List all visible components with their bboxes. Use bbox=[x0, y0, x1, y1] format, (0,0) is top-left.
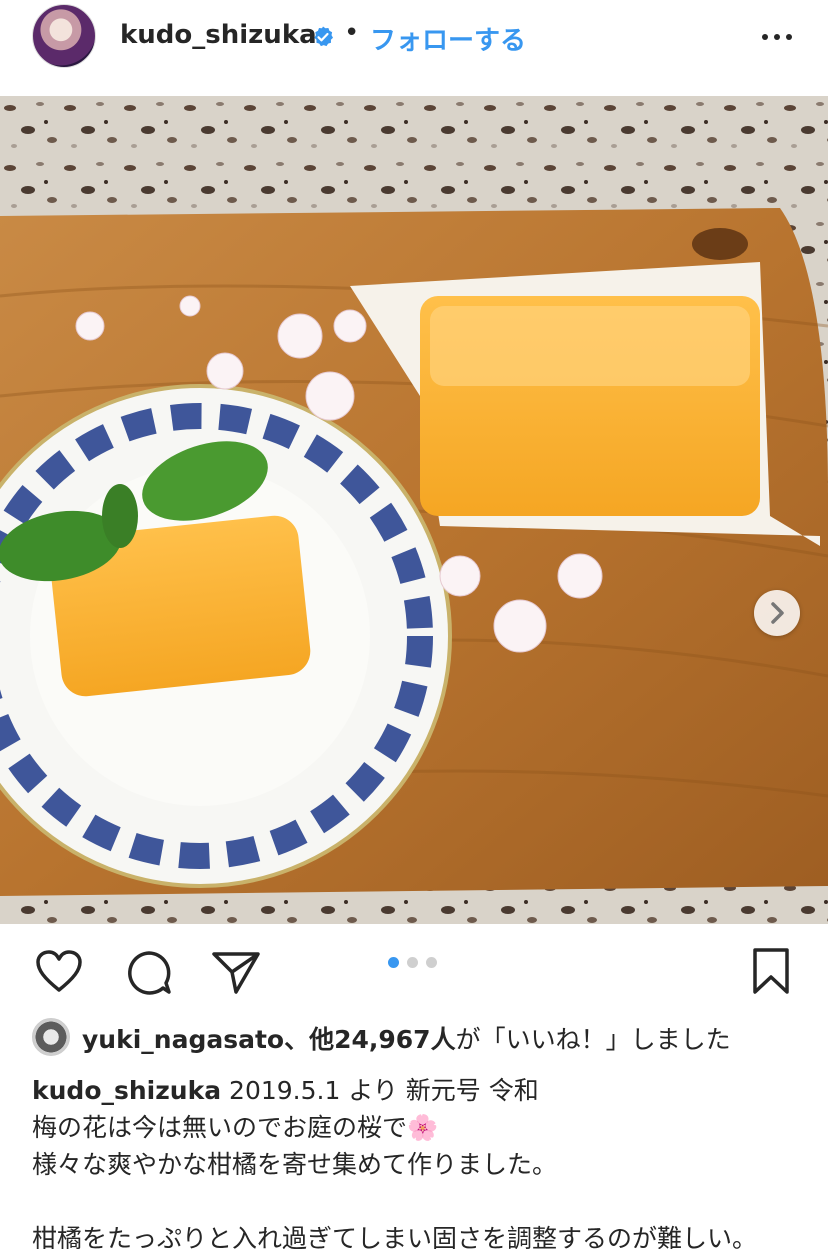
more-options-icon[interactable] bbox=[760, 22, 794, 52]
chevron-right-icon bbox=[771, 602, 784, 624]
verified-badge-icon bbox=[314, 26, 333, 47]
liker-username[interactable]: yuki_nagasato bbox=[82, 1025, 284, 1054]
profile-avatar[interactable] bbox=[32, 4, 96, 68]
carousel-indicator bbox=[388, 953, 445, 972]
post-caption: kudo_shizuka 2019.5.1 より 新元号 令和 梅の花は今は無い… bbox=[32, 1072, 822, 1249]
comment-icon[interactable] bbox=[124, 948, 174, 998]
follow-button[interactable]: フォローする bbox=[370, 20, 526, 57]
liker-avatar[interactable] bbox=[32, 1018, 70, 1056]
carousel-next-button[interactable] bbox=[754, 590, 800, 636]
carousel-dot bbox=[407, 957, 418, 968]
carousel-dot bbox=[426, 957, 437, 968]
likes-suffix: が「いいね！」しました bbox=[455, 1025, 731, 1054]
caption-line-2: 梅の花は今は無いのでお庭の桜で🌸 bbox=[32, 1113, 439, 1142]
post-username[interactable]: kudo_shizuka bbox=[120, 20, 317, 50]
likes-count[interactable]: 、他24,967人 bbox=[284, 1025, 455, 1054]
carousel-dot-active bbox=[388, 957, 399, 968]
caption-line-3: 様々な爽やかな柑橘を寄せ集めて作りました。 bbox=[32, 1150, 558, 1179]
caption-username[interactable]: kudo_shizuka bbox=[32, 1076, 221, 1105]
caption-line-1: 2019.5.1 より 新元号 令和 bbox=[229, 1076, 539, 1105]
caption-line-4: 柑橘をたっぷりと入れ過ぎてしまい固さを調整するのが難しい。 bbox=[32, 1224, 758, 1249]
share-icon[interactable] bbox=[210, 948, 262, 996]
likes-text[interactable]: yuki_nagasato、他24,967人が「いいね！」しました bbox=[82, 1020, 731, 1056]
photo-illustration bbox=[0, 96, 828, 924]
separator-dot: • bbox=[344, 18, 360, 48]
bookmark-icon[interactable] bbox=[750, 946, 792, 998]
likes-row: yuki_nagasato、他24,967人が「いいね！」しました bbox=[32, 1018, 812, 1056]
post-photo[interactable] bbox=[0, 96, 828, 924]
heart-icon[interactable] bbox=[34, 948, 84, 994]
post-header: kudo_shizuka • フォローする bbox=[0, 0, 828, 96]
